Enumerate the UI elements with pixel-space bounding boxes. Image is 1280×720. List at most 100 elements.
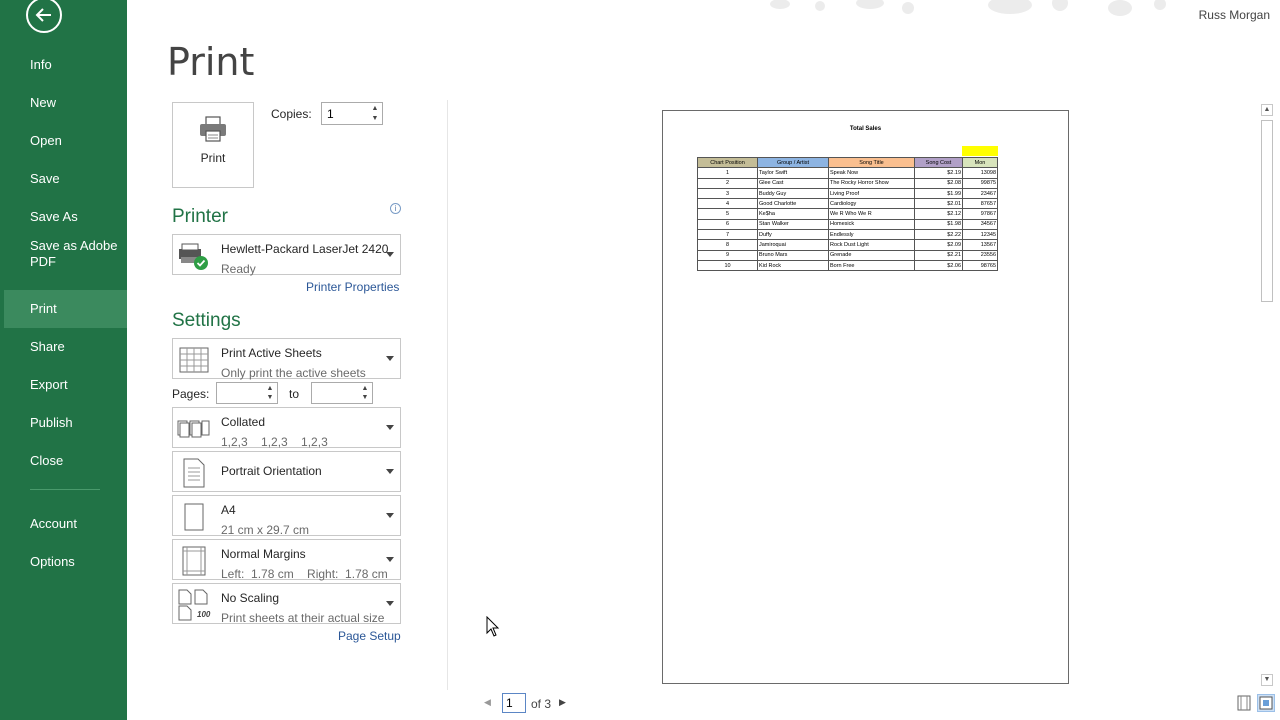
preview-cell: 99875 (962, 177, 998, 189)
back-button[interactable] (26, 0, 62, 33)
backstage-nav: Info New Open Save Save As Save as Adobe… (0, 46, 127, 581)
preview-table: Chart Position Group / Artist Song Title… (697, 156, 998, 272)
page-count-label: of 3 (531, 697, 552, 711)
preview-cell: Duffy (757, 229, 829, 241)
arrow-left-icon (35, 8, 51, 22)
copies-up-icon[interactable]: ▲ (370, 104, 380, 114)
preview-cell: $2.21 (914, 249, 963, 261)
nav-save[interactable]: Save (0, 160, 127, 198)
preview-cell: 3 (697, 187, 758, 200)
pages-from-spinner: ▲ ▼ (216, 382, 278, 404)
preview-cell: The Rocky Horror Show (828, 177, 915, 189)
nav-close[interactable]: Close (0, 442, 127, 480)
page-number-input[interactable] (503, 694, 523, 712)
preview-cell: 1 (697, 167, 758, 179)
print-what-dropdown[interactable]: Print Active Sheets Only print the activ… (172, 338, 401, 380)
preview-cell: 23556 (962, 249, 998, 261)
page-setup-link[interactable]: Page Setup (338, 629, 401, 643)
nav-open[interactable]: Open (0, 122, 127, 160)
preview-cell: 7 (697, 229, 758, 241)
preview-sheet-title: Total Sales (849, 126, 882, 132)
preview-row: 3 Buddy Guy Living Proof $1.99 23467 (697, 187, 998, 200)
nav-account[interactable]: Account (0, 505, 127, 543)
scroll-up-icon[interactable]: ▲ (1261, 104, 1273, 116)
copies-input[interactable] (322, 103, 366, 124)
preview-cell: Grenade (828, 249, 915, 261)
preview-col-header: Mon (962, 156, 998, 169)
nav-info[interactable]: Info (0, 46, 127, 84)
chevron-down-icon (386, 556, 394, 562)
preview-cell: Homesick (828, 218, 915, 231)
preview-cell: Ke$ha (757, 208, 829, 220)
nav-share[interactable]: Share (0, 328, 127, 366)
chevron-down-icon (386, 512, 394, 518)
collated-pages-icon (177, 412, 211, 446)
user-name[interactable]: Russ Morgan (1199, 8, 1270, 22)
preview-cell: 12345 (962, 229, 998, 241)
scaling-dropdown[interactable]: 100 No Scaling Print sheets at their act… (172, 583, 401, 625)
pages-to-input[interactable] (312, 383, 356, 403)
scaling-title: No Scaling (221, 591, 280, 605)
preview-cell: $2.06 (914, 259, 963, 272)
preview-cell: Stan Walker (757, 218, 829, 231)
scroll-down-icon[interactable]: ▼ (1261, 674, 1273, 686)
preview-cell: 4 (697, 198, 758, 210)
pages-from-down-icon[interactable]: ▼ (265, 393, 275, 403)
copies-label: Copies: (271, 107, 312, 121)
preview-cell: 5 (697, 208, 758, 220)
preview-cell: 8 (697, 239, 758, 251)
preview-cell: $2.01 (914, 198, 963, 210)
preview-cell: Cardiology (828, 198, 915, 210)
nav-publish[interactable]: Publish (0, 404, 127, 442)
preview-col-header: Chart Position (697, 156, 758, 169)
preview-row: 6 Stan Walker Homesick $1.98 34567 (697, 218, 998, 231)
pages-from-input[interactable] (217, 383, 261, 403)
nav-options[interactable]: Options (0, 543, 127, 581)
pages-label: Pages: (172, 387, 210, 401)
print-button[interactable]: Print (172, 102, 254, 188)
printer-properties-link[interactable]: Printer Properties (306, 280, 399, 294)
nav-new[interactable]: New (0, 84, 127, 122)
preview-highlight-cell (962, 146, 998, 156)
orientation-dropdown[interactable]: Portrait Orientation (172, 451, 401, 492)
show-margins-button[interactable] (1235, 694, 1253, 712)
preview-cell: 10 (697, 259, 758, 272)
previous-page-icon[interactable]: ◀ (484, 697, 491, 708)
preview-cell: 9 (697, 249, 758, 261)
copies-down-icon[interactable]: ▼ (370, 114, 380, 124)
preview-col-header: Song Cost (914, 156, 963, 169)
preview-cell: $2.22 (914, 229, 963, 241)
nav-export[interactable]: Export (0, 366, 127, 404)
preview-scrollbar[interactable]: ▲ ▼ (1260, 104, 1274, 686)
zoom-to-page-button[interactable] (1257, 694, 1275, 712)
preview-cell: 97867 (962, 208, 998, 220)
scaling-subtitle: Print sheets at their actual size (221, 611, 385, 625)
preview-cell: $2.08 (914, 177, 963, 189)
pages-to-down-icon[interactable]: ▼ (360, 393, 370, 403)
chevron-down-icon (386, 251, 394, 257)
printer-dropdown[interactable]: Hewlett-Packard LaserJet 2420 Ready (172, 234, 401, 276)
paper-size-subtitle: 21 cm x 29.7 cm (221, 523, 310, 537)
preview-cell: Kid Rock (757, 259, 829, 272)
preview-cell: $1.98 (914, 218, 963, 231)
next-page-icon[interactable]: ▶ (559, 697, 566, 708)
pages-to-spinner: ▲ ▼ (311, 382, 373, 404)
preview-row: 5 Ke$ha We R Who We R $2.12 97867 (697, 208, 998, 220)
chevron-down-icon (386, 468, 394, 474)
mouse-cursor-icon (486, 616, 500, 637)
preview-cell: Glee Cast (757, 177, 829, 189)
printer-name: Hewlett-Packard LaserJet 2420 (221, 242, 389, 256)
nav-save-as[interactable]: Save As (0, 198, 127, 236)
preview-header-row: Chart Position Group / Artist Song Title… (697, 156, 998, 169)
nav-save-as-adobe-pdf[interactable]: Save as Adobe PDF (0, 236, 127, 290)
margins-subtitle: Left: 1.78 cm Right: 1.78 cm (221, 567, 388, 581)
scrollbar-thumb[interactable] (1261, 120, 1273, 302)
nav-print[interactable]: Print (4, 290, 127, 328)
info-icon[interactable]: i (390, 203, 401, 214)
margins-dropdown[interactable]: Normal Margins Left: 1.78 cm Right: 1.78… (172, 539, 401, 581)
preview-row: 1 Taylor Swift Speak Now $2.19 13098 (697, 167, 998, 179)
pages-to-label: to (289, 387, 300, 401)
paper-size-dropdown[interactable]: A4 21 cm x 29.7 cm (172, 495, 401, 537)
collation-dropdown[interactable]: Collated 1,2,3 1,2,3 1,2,3 (172, 407, 401, 449)
page-title: Print (167, 40, 255, 84)
